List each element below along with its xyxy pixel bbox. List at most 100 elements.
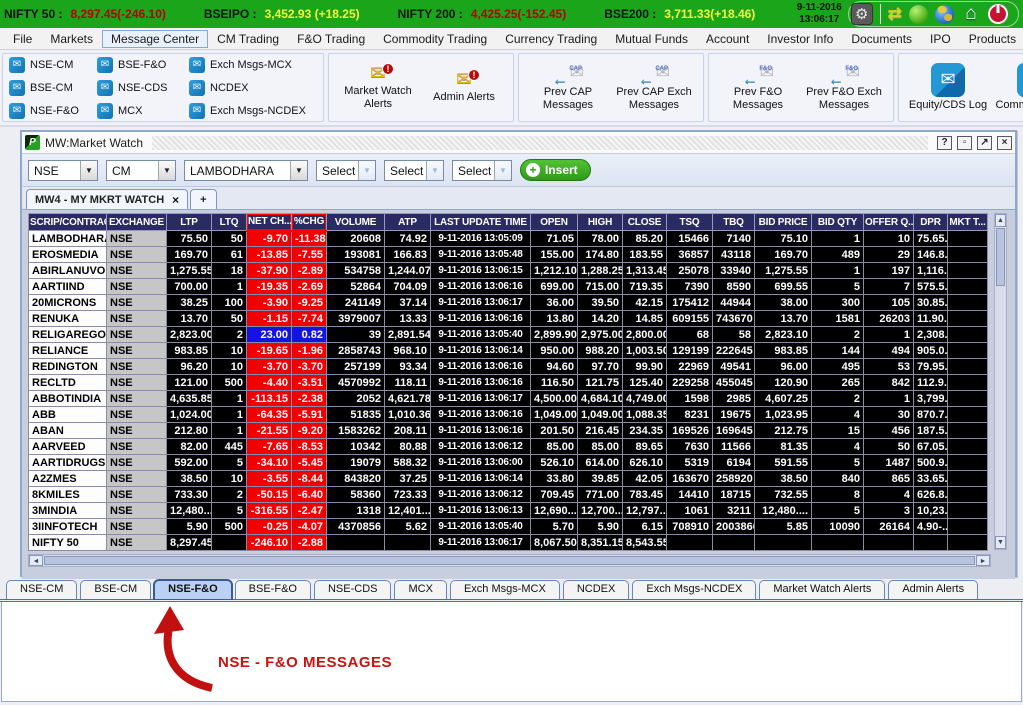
scroll-right-icon[interactable]: ► [976, 555, 990, 566]
column-header[interactable]: TSQ [666, 213, 713, 231]
close-button[interactable]: × [997, 135, 1012, 150]
menu-item[interactable]: Products [960, 30, 1023, 48]
column-header[interactable]: OPEN [530, 213, 578, 231]
menu-item[interactable]: Message Center [102, 29, 209, 48]
table-row[interactable]: 20MICRONS NSE 38.25 100 -3.90 -9.25 2411… [28, 294, 988, 311]
tab-close-icon[interactable]: × [172, 194, 179, 206]
menu-item[interactable]: Markets [41, 30, 102, 48]
menu-item[interactable]: Documents [842, 30, 921, 48]
settings-gear-icon[interactable]: ⚙ [850, 3, 873, 25]
chevron-down-icon[interactable]: ▼ [290, 160, 307, 180]
exchange-message-button[interactable]: ✉ Exch Msgs-NCDEX [189, 102, 317, 119]
message-tab[interactable]: Market Watch Alerts [759, 580, 886, 599]
table-row[interactable]: LAMBODHARA NSE 75.50 50 -9.70 -11.38 206… [28, 230, 988, 247]
prev-cap-button[interactable]: ✉ CAP ← Prev CAP Messages [525, 64, 611, 112]
menu-item[interactable]: IPO [921, 30, 960, 48]
column-header[interactable]: DPR [913, 213, 948, 231]
table-row[interactable]: RENUKA NSE 13.70 50 -1.15 -7.74 3979007 … [28, 310, 988, 327]
table-row[interactable]: AARTIDRUGS NSE 592.00 5 -34.10 -5.45 190… [28, 454, 988, 471]
menu-item[interactable]: Investor Info [758, 30, 842, 48]
chevron-down-icon[interactable]: ▼ [80, 160, 97, 180]
chevron-down-icon[interactable]: ▼ [494, 160, 511, 180]
select-dropdown[interactable]: Select ▼ [452, 159, 512, 181]
table-row[interactable]: RECLTD NSE 121.00 500 -4.40 -3.51 457099… [28, 374, 988, 391]
alert-button[interactable]: ✉ ! Admin Alerts [421, 69, 507, 104]
connection-status-icon[interactable] [909, 4, 928, 24]
column-header[interactable]: EXCHANGE [106, 213, 167, 231]
message-tab[interactable]: NSE-F&O [154, 580, 232, 599]
segment-dropdown[interactable]: CM ▼ [106, 159, 176, 181]
alert-button[interactable]: ✉ ! Market Watch Alerts [335, 62, 421, 111]
select-dropdown[interactable]: Select ▼ [316, 159, 376, 181]
table-row[interactable]: A2ZMES NSE 38.50 10 -3.55 -8.44 843820 3… [28, 470, 988, 487]
exchange-message-button[interactable]: ✉ NSE-CDS [97, 79, 189, 96]
column-header[interactable]: ATP [384, 213, 431, 231]
tab-mw4-my-mkrt-watch[interactable]: MW4 - MY MKRT WATCH × [26, 189, 189, 209]
column-header[interactable]: LTP [166, 213, 212, 231]
menu-item[interactable]: Currency Trading [496, 30, 606, 48]
prev-fo-button[interactable]: ✉ F&O ← Prev F&O Exch Messages [801, 64, 887, 112]
table-row[interactable]: 3IINFOTECH NSE 5.90 500 -0.25 -4.07 4370… [28, 518, 988, 535]
exchange-message-button[interactable]: ✉ BSE-F&O [97, 56, 189, 73]
exchange-message-button[interactable]: ✉ NSE-CM [9, 56, 97, 73]
scrollbar-thumb[interactable] [44, 556, 975, 565]
insert-button[interactable]: + Insert [520, 159, 591, 181]
chevron-down-icon[interactable]: ▼ [158, 160, 175, 180]
table-row[interactable]: NIFTY 50 NSE 8,297.45 -246.10 -2.88 9-11… [28, 534, 988, 551]
scrollbar-thumb[interactable] [996, 228, 1005, 286]
column-header[interactable]: NET CH... [246, 213, 292, 232]
exchange-message-button[interactable]: ✉ NCDEX [189, 79, 317, 96]
table-row[interactable]: ABB NSE 1,024.00 1 -64.35 -5.91 51835 1,… [28, 406, 988, 423]
menu-item[interactable]: Account [697, 30, 758, 48]
scroll-down-icon[interactable]: ▼ [995, 536, 1006, 549]
message-tab[interactable]: Exch Msgs-NCDEX [632, 580, 757, 599]
exchange-dropdown[interactable]: NSE ▼ [28, 159, 98, 181]
menu-item[interactable]: File [4, 30, 41, 48]
menu-item[interactable]: F&O Trading [288, 30, 374, 48]
column-header[interactable]: LAST UPDATE TIME [430, 213, 531, 231]
message-tab[interactable]: MCX [394, 580, 447, 599]
swap-arrows-icon[interactable]: ⇄ [888, 4, 902, 24]
message-tab[interactable]: Exch Msgs-MCX [449, 580, 560, 599]
message-tab[interactable]: NSE-CM [6, 580, 78, 599]
column-header[interactable]: OFFER Q... [863, 213, 914, 231]
table-row[interactable]: RELIGAREGO NSE 2,823.00 2 23.00 0.82 39 … [28, 326, 988, 343]
column-header[interactable]: MKT T... [947, 213, 988, 231]
message-tab[interactable]: BSE-F&O [234, 580, 311, 599]
table-row[interactable]: AARTIIND NSE 700.00 1 -19.35 -2.69 52864… [28, 278, 988, 295]
home-icon[interactable]: ⌂ [961, 4, 981, 24]
select-dropdown[interactable]: Select ▼ [384, 159, 444, 181]
column-header[interactable]: HIGH [577, 213, 623, 231]
scrip-dropdown[interactable]: LAMBODHARA ▼ [184, 159, 308, 181]
horizontal-scrollbar[interactable]: ◄ ► [28, 554, 991, 567]
log-button[interactable]: ✉ Equity/CDS Log [905, 63, 991, 112]
globe-icon[interactable] [935, 4, 954, 24]
table-row[interactable]: 8KMILES NSE 733.30 2 -50.15 -6.40 58360 … [28, 486, 988, 503]
exchange-message-button[interactable]: ✉ NSE-F&O [9, 102, 97, 119]
table-row[interactable]: 3MINDIA NSE 12,480... 5 -316.55 -2.47 13… [28, 502, 988, 519]
table-row[interactable]: AARVEED NSE 82.00 445 -7.65 -8.53 10342 … [28, 438, 988, 455]
menu-item[interactable]: CM Trading [208, 30, 288, 48]
prev-cap-button[interactable]: ✉ CAP ← Prev CAP Exch Messages [611, 64, 697, 112]
help-button[interactable]: ? [937, 135, 952, 150]
scroll-left-icon[interactable]: ◄ [29, 555, 43, 566]
vertical-scrollbar[interactable]: ▲ ▼ [994, 213, 1007, 550]
exchange-message-button[interactable]: ✉ Exch Msgs-MCX [189, 56, 317, 73]
message-tab[interactable]: Admin Alerts [888, 580, 979, 599]
column-header[interactable]: BID PRICE [754, 213, 812, 231]
table-row[interactable]: ABIRLANUVO NSE 1,275.55 18 -37.90 -2.89 … [28, 262, 988, 279]
restore-button[interactable]: ▫ [957, 135, 972, 150]
column-header[interactable]: BID QTY [811, 213, 864, 231]
column-header[interactable]: %CHG [291, 213, 327, 232]
exchange-message-button[interactable]: ✉ BSE-CM [9, 79, 97, 96]
table-row[interactable]: EROSMEDIA NSE 169.70 61 -13.85 -7.55 193… [28, 246, 988, 263]
table-row[interactable]: REDINGTON NSE 96.20 10 -3.70 -3.70 25719… [28, 358, 988, 375]
menu-item[interactable]: Mutual Funds [606, 30, 697, 48]
chevron-down-icon[interactable]: ▼ [426, 160, 443, 180]
exchange-message-button[interactable]: ✉ MCX [97, 102, 189, 119]
table-row[interactable]: ABAN NSE 212.80 1 -21.55 -9.20 1583262 2… [28, 422, 988, 439]
scroll-up-icon[interactable]: ▲ [995, 214, 1006, 227]
column-header[interactable]: CLOSE [622, 213, 667, 231]
message-tab[interactable]: NSE-CDS [313, 580, 392, 599]
column-header[interactable]: SCRIP/CONTRACT [28, 213, 107, 231]
